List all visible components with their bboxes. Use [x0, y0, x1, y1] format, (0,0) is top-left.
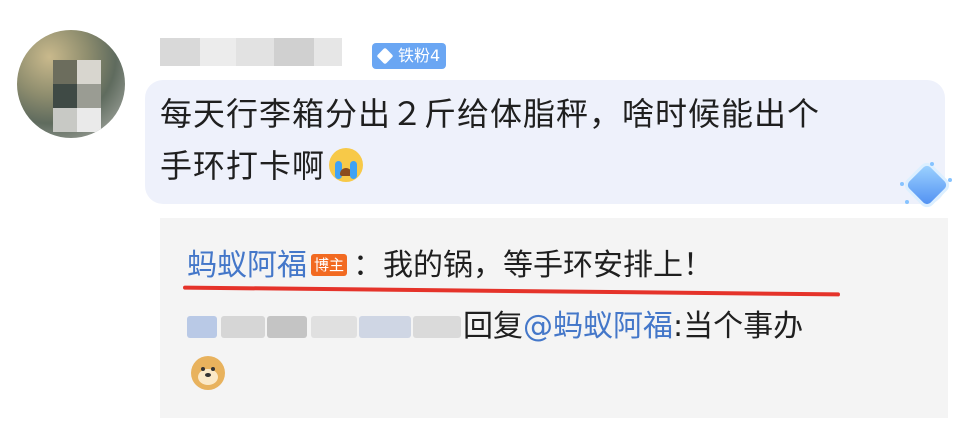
- reply-mention[interactable]: @蚂蚁阿福: [523, 309, 673, 344]
- reply-author[interactable]: 蚂蚁阿福: [187, 248, 307, 283]
- sparkle-dot: [900, 182, 904, 186]
- reply-item[interactable]: 蚂蚁阿福 博主 ：我的锅，等手环安排上！: [187, 246, 713, 286]
- reply-separator: ：: [353, 248, 384, 283]
- reply-text: 当个事办: [683, 309, 804, 344]
- blurred-reply-author[interactable]: [187, 308, 463, 342]
- doge-emoji-icon: [191, 356, 225, 390]
- reply-separator: :: [673, 309, 684, 344]
- blogger-badge: 博主: [311, 254, 348, 276]
- fan-level-label: 铁粉4: [398, 46, 441, 65]
- sparkle-dot: [905, 200, 909, 204]
- comment-text[interactable]: 每天行李箱分出２斤给体脂秤，啥时候能出个 手环打卡啊: [160, 88, 940, 192]
- sparkle-dot: [930, 162, 934, 166]
- reply-word: 回复: [463, 309, 523, 344]
- cry-emoji-icon: [329, 148, 364, 182]
- diamond-icon: [376, 47, 394, 65]
- fan-level-badge[interactable]: 铁粉4: [372, 43, 447, 69]
- user-avatar[interactable]: [17, 30, 125, 138]
- reply-item[interactable]: 回复@蚂蚁阿福:当个事办: [187, 307, 803, 347]
- username-blurred[interactable]: _: [160, 38, 370, 84]
- comment-line-2: 手环打卡啊: [160, 147, 326, 185]
- comment-line-1: 每天行李箱分出２斤给体脂秤，啥时候能出个: [160, 95, 821, 133]
- reply-text: 我的锅，等手环安排上！: [383, 248, 714, 283]
- sparkle-dot: [948, 178, 952, 182]
